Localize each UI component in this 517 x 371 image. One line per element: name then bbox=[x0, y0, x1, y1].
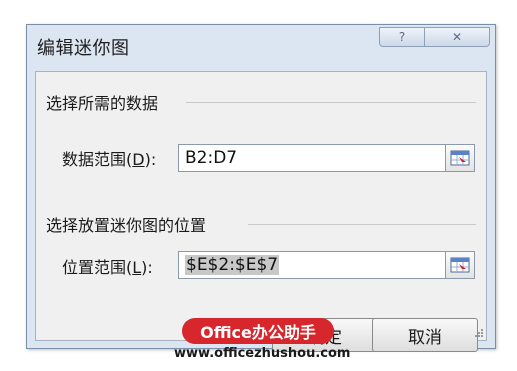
location-range-input[interactable]: $E$2:$E$7 bbox=[178, 251, 446, 279]
data-range-label: 数据范围(D): bbox=[62, 146, 156, 170]
watermark-logo-text: Office办公助手 bbox=[200, 323, 316, 342]
watermark-logo: Office办公助手 bbox=[182, 318, 334, 344]
data-section-heading: 选择所需的数据 bbox=[46, 90, 165, 114]
resize-grip-icon[interactable] bbox=[474, 328, 484, 338]
close-icon: ✕ bbox=[451, 30, 463, 44]
location-range-label: 位置范围(L): bbox=[62, 254, 153, 278]
data-range-value: B2:D7 bbox=[185, 148, 238, 168]
section-divider bbox=[248, 224, 476, 225]
edit-sparklines-dialog: 编辑迷你图 ? ✕ 选择所需的数据 数据范围(D): B2:D7 选择放置迷你图… bbox=[26, 24, 496, 352]
page: 编辑迷你图 ? ✕ 选择所需的数据 数据范围(D): B2:D7 选择放置迷你图… bbox=[0, 0, 517, 371]
title-bar[interactable]: 编辑迷你图 ? ✕ bbox=[27, 25, 495, 65]
section-divider bbox=[186, 102, 476, 103]
close-button[interactable]: ✕ bbox=[424, 27, 490, 47]
data-range-label-suffix: ): bbox=[144, 150, 157, 169]
range-select-icon bbox=[450, 257, 470, 273]
help-icon: ? bbox=[398, 30, 406, 44]
location-range-collapse-button[interactable] bbox=[445, 251, 475, 279]
dialog-client-area: 选择所需的数据 数据范围(D): B2:D7 选择放置迷你图的位置 位置范围(L… bbox=[35, 71, 487, 352]
location-range-label-suffix: ): bbox=[141, 258, 153, 277]
location-range-label-prefix: 位置范围( bbox=[62, 258, 133, 277]
location-range-access-key: L bbox=[132, 258, 142, 277]
data-range-access-key: D bbox=[132, 150, 145, 169]
location-range-value: $E$2:$E$7 bbox=[185, 255, 280, 275]
dialog-title: 编辑迷你图 bbox=[37, 38, 130, 59]
data-range-input[interactable]: B2:D7 bbox=[178, 144, 446, 172]
location-section-heading: 选择放置迷你图的位置 bbox=[46, 212, 213, 236]
cancel-button-label: 取消 bbox=[408, 327, 442, 348]
range-select-icon bbox=[450, 150, 470, 166]
cancel-button[interactable]: 取消 bbox=[372, 318, 478, 352]
watermark-url: www.officezhushou.com bbox=[174, 346, 351, 361]
data-range-collapse-button[interactable] bbox=[445, 144, 475, 172]
help-button[interactable]: ? bbox=[379, 27, 425, 47]
data-range-label-prefix: 数据范围( bbox=[62, 150, 133, 169]
